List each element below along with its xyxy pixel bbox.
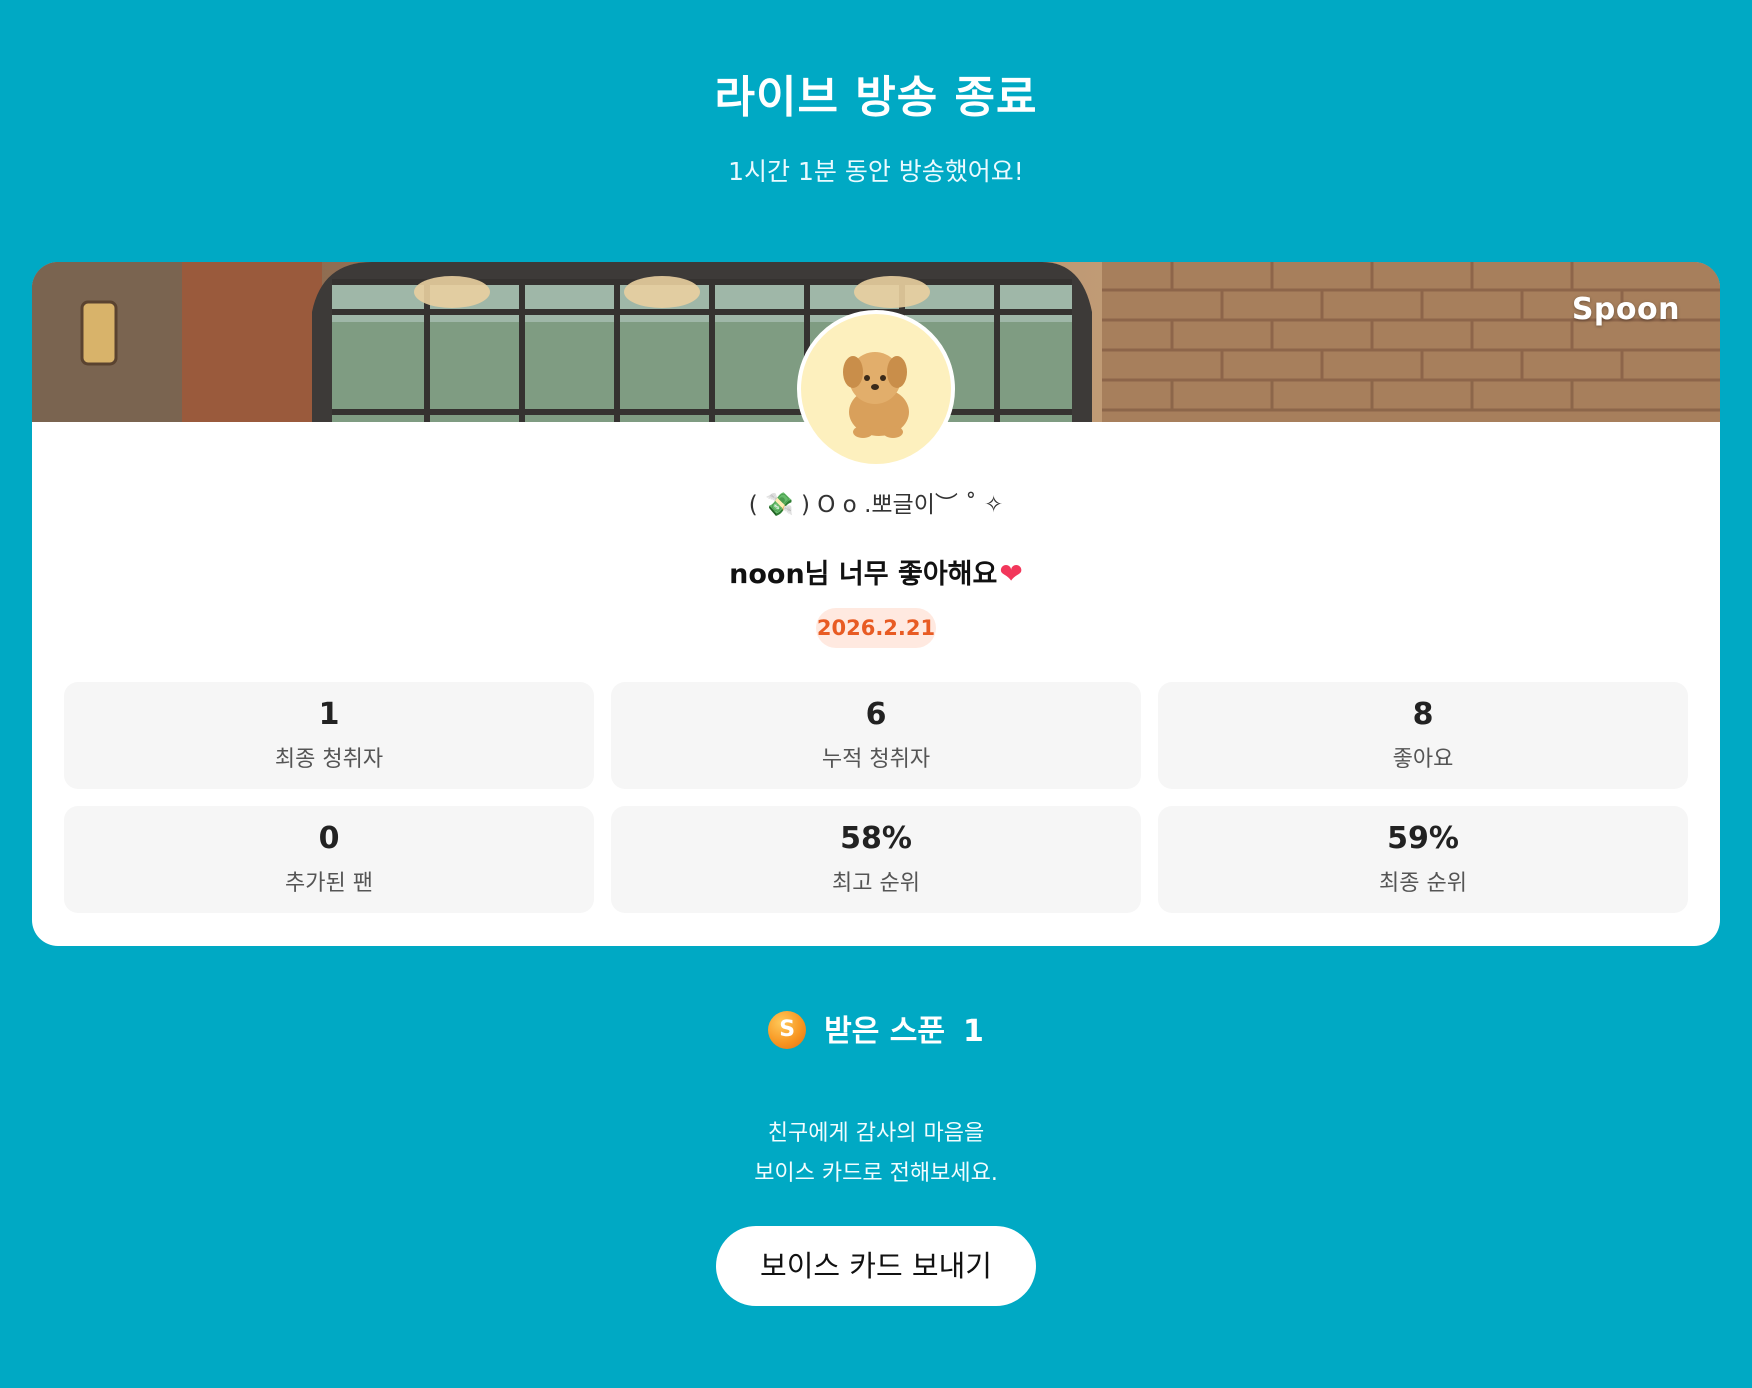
stat-final-listeners: 1 최종 청취자 [64, 682, 594, 789]
puppy-avatar-icon [843, 352, 909, 438]
spoon-logo: Spoon [1571, 292, 1680, 327]
stat-total-listeners: 6 누적 청취자 [611, 682, 1141, 789]
received-spoons: S 받은 스푼 1 [0, 1010, 1752, 1054]
send-voice-card-button[interactable]: 보이스 카드 보내기 [716, 1226, 1036, 1306]
page-title: 라이브 방송 종료 [714, 72, 1038, 123]
voice-card-message: 친구에게 감사의 마음을 보이스 카드로 전해보세요. [0, 1114, 1752, 1194]
stat-label: 최종 순위 [1379, 871, 1467, 896]
stats-grid: 1 최종 청취자 6 누적 청취자 8 좋아요 0 추가된 팬 58% 최고 순… [64, 682, 1688, 913]
stat-label: 추가된 팬 [285, 871, 373, 896]
avatar[interactable] [797, 310, 955, 468]
message-line-1: 친구에게 감사의 마음을 [767, 1121, 985, 1146]
streamer-nickname: ( 💸 ) O o .뽀글이︶ ˚ ✧ [748, 492, 1004, 518]
stat-label: 최종 청취자 [274, 747, 384, 772]
message-line-2: 보이스 카드로 전해보세요. [754, 1161, 998, 1186]
stream-title-text: noon님 너무 좋아해요 [729, 559, 998, 590]
stat-new-fans: 0 추가된 팬 [64, 806, 594, 913]
stat-value: 58% [840, 821, 912, 856]
stat-value: 8 [1412, 697, 1434, 732]
stat-value: 0 [318, 821, 340, 856]
stat-label: 좋아요 [1392, 747, 1454, 772]
broadcast-duration: 1시간 1분 동안 방송했어요! [728, 157, 1024, 186]
received-spoons-label: 받은 스푼 [824, 1014, 945, 1049]
stat-label: 최고 순위 [832, 871, 920, 896]
stream-title: noon님 너무 좋아해요❤ [32, 554, 1720, 595]
stat-label: 누적 청취자 [821, 747, 931, 772]
stat-value: 1 [318, 697, 340, 732]
stat-final-rank: 59% 최종 순위 [1158, 806, 1688, 913]
date-badge: 2026.2.21 [816, 608, 936, 648]
received-spoons-count: 1 [962, 1014, 984, 1049]
stat-best-rank: 58% 최고 순위 [611, 806, 1141, 913]
stat-likes: 8 좋아요 [1158, 682, 1688, 789]
broadcast-summary-card: Spoon ( 💸 ) O o .뽀글이︶ ˚ ✧ noon님 너무 좋아해요❤… [32, 262, 1720, 946]
stat-value: 6 [865, 697, 887, 732]
stat-value: 59% [1387, 821, 1459, 856]
spoon-coin-icon: S [768, 1010, 807, 1049]
heart-icon: ❤ [999, 557, 1023, 590]
